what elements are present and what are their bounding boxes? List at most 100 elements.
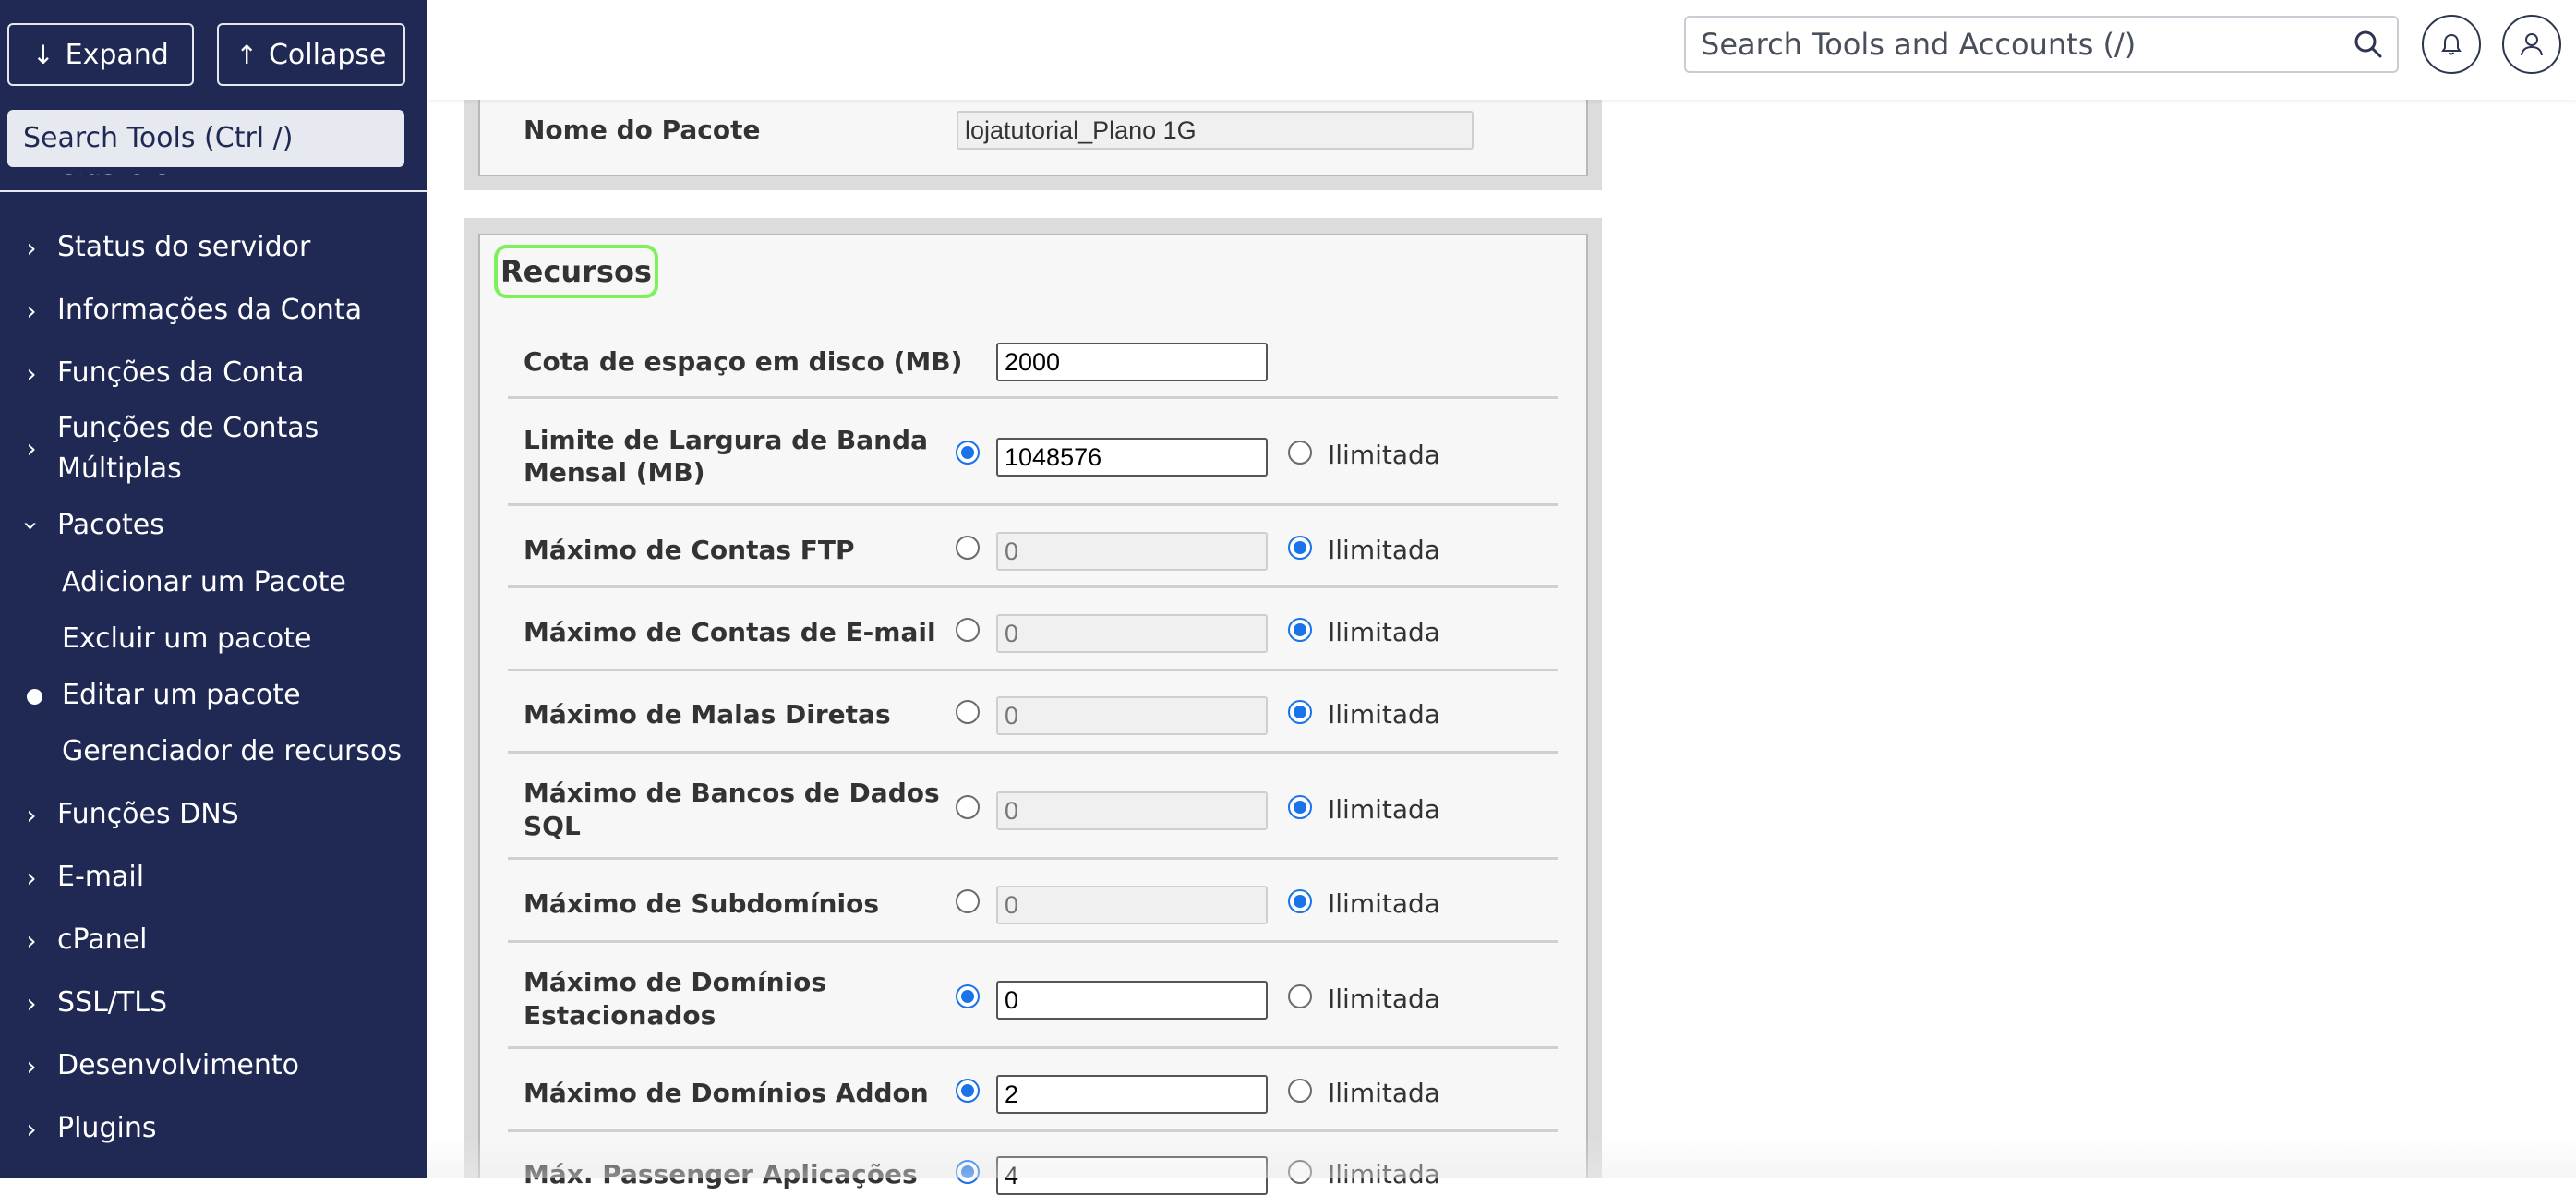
bandwidth-label: Limite de Largura de Banda [524,425,928,455]
sidebar-item-funcoes-contas-multiplas[interactable]: › Funções de Contas Múltiplas [0,408,427,489]
row-divider [508,1046,1558,1049]
addon-domains-input[interactable]: 2 [996,1075,1268,1114]
mailing-lists-value: 0 [1005,702,1019,730]
sidebar-search-input[interactable]: Search Tools (Ctrl /) [7,110,404,167]
mailing-lists-label: Máximo de Malas Diretas [524,699,891,730]
sidebar-item-label: Plugins [57,1112,157,1144]
sql-databases-input[interactable]: 0 [996,791,1268,830]
collapse-button[interactable]: ↑ Collapse [217,23,405,86]
ftp-accounts-input[interactable]: 0 [996,532,1268,571]
subdomains-input[interactable]: 0 [996,886,1268,924]
sidebar-item-cpanel[interactable]: › cPanel [0,920,427,960]
package-name-field: lojatutorial_Plano 1G [957,111,1474,150]
subdomains-unlimited-radio[interactable] [1288,889,1312,913]
sidebar-item-funcoes-conta[interactable]: › Funções da Conta [0,353,427,393]
sidebar-subitem-editar-pacote[interactable]: Editar um pacote [62,679,301,711]
chevron-right-icon: › [26,1113,37,1144]
chevron-right-icon: › [26,357,37,389]
subdomains-label: Máximo de Subdomínios [524,888,879,919]
addon-domains-unlimited-radio[interactable] [1288,1079,1312,1103]
chevron-right-icon: › [26,987,37,1019]
passenger-apps-limited-radio[interactable] [956,1160,980,1184]
sidebar-item-label: Informações da Conta [57,294,363,326]
sql-databases-unlimited-label: Ilimitada [1328,794,1440,825]
sql-databases-limited-radio[interactable] [956,795,980,819]
sidebar-item-pacotes[interactable]: › Pacotes [0,505,427,546]
sidebar-item-label: Desenvolvimento [57,1049,300,1081]
chevron-right-icon: › [26,232,37,263]
arrow-up-icon: ↑ [235,39,258,70]
bandwidth-unlimited-label: Ilimitada [1328,440,1440,470]
sidebar-subitem-adicionar-pacote[interactable]: Adicionar um Pacote [62,566,346,598]
sidebar-item-ssl-tls[interactable]: › SSL/TLS [0,983,427,1023]
chevron-right-icon: › [26,1050,37,1081]
parked-domains-unlimited-radio[interactable] [1288,984,1312,1008]
email-accounts-limited-radio[interactable] [956,618,980,642]
sql-databases-unlimited-radio[interactable] [1288,795,1312,819]
sidebar-item-funcoes-dns[interactable]: › Funções DNS [0,794,427,835]
global-search-input[interactable]: Search Tools and Accounts (/) [1684,16,2399,73]
ftp-accounts-unlimited-radio[interactable] [1288,536,1312,560]
chevron-down-icon: › [16,520,47,531]
row-divider [508,857,1558,860]
addon-domains-limited-radio[interactable] [956,1079,980,1103]
parked-domains-limited-radio[interactable] [956,984,980,1008]
sidebar-item-label: Clusters [57,174,170,181]
bandwidth-input[interactable]: 1048576 [996,438,1268,477]
user-icon [2521,33,2543,56]
parked-domains-label-line2: Estacionados [524,1000,716,1031]
parked-domains-input[interactable]: 0 [996,981,1268,1020]
email-accounts-value: 0 [1005,620,1019,647]
bell-icon [2441,33,2462,55]
mailing-lists-input[interactable]: 0 [996,696,1268,735]
mailing-lists-limited-radio[interactable] [956,700,980,724]
addon-domains-label: Máximo de Domínios Addon [524,1078,929,1108]
email-accounts-unlimited-radio[interactable] [1288,618,1312,642]
disk-quota-input[interactable]: 2000 [996,343,1268,381]
sidebar: ↓ Expand ↑ Collapse Search Tools (Ctrl /… [0,0,427,1178]
active-dot-icon [27,689,42,705]
passenger-apps-value: 4 [1005,1162,1019,1189]
package-name-label: Nome do Pacote [524,115,761,145]
bandwidth-unlimited-radio[interactable] [1288,441,1312,465]
sidebar-item-label: Funções de Contas [57,412,319,444]
row-divider [508,585,1558,588]
search-icon[interactable] [2353,29,2384,60]
passenger-apps-unlimited-radio[interactable] [1288,1160,1312,1184]
row-divider [508,940,1558,943]
sidebar-item-label: SSL/TLS [57,986,167,1019]
email-accounts-label: Máximo de Contas de E-mail [524,617,936,647]
sidebar-item-informacoes-conta[interactable]: › Informações da Conta [0,290,427,331]
sidebar-item-plugins[interactable]: › Plugins [0,1108,427,1149]
ftp-accounts-value: 0 [1005,537,1019,565]
expand-label: Expand [65,38,169,71]
sidebar-divider [0,190,427,192]
subdomains-limited-radio[interactable] [956,889,980,913]
sidebar-subitem-excluir-pacote[interactable]: Excluir um pacote [62,622,312,655]
addon-domains-unlimited-label: Ilimitada [1328,1078,1440,1108]
sidebar-item-status-servidor[interactable]: › Status do servidor [0,227,427,268]
notifications-button[interactable] [2422,15,2481,74]
package-name-value: lojatutorial_Plano 1G [965,116,1197,144]
ftp-accounts-limited-radio[interactable] [956,536,980,560]
chevron-right-icon: › [26,433,37,464]
sidebar-item-email[interactable]: › E-mail [0,857,427,898]
sidebar-item-label-line2: Múltiplas [57,453,182,485]
sidebar-item-label: Status do servidor [57,231,311,263]
passenger-apps-input[interactable]: 4 [996,1156,1268,1195]
sidebar-item-label: E-mail [57,861,145,893]
sidebar-item-desenvolvimento[interactable]: › Desenvolvimento [0,1045,427,1086]
chevron-right-icon: › [26,924,37,956]
email-accounts-input[interactable]: 0 [996,614,1268,653]
chevron-right-icon: › [26,862,37,893]
bandwidth-value: 1048576 [1005,443,1102,471]
user-menu-button[interactable] [2502,15,2561,74]
sidebar-subitem-gerenciador-recursos[interactable]: Gerenciador de recursos [62,735,402,767]
row-divider [508,751,1558,754]
chevron-right-icon: › [26,295,37,326]
chevron-right-icon: › [26,799,37,830]
expand-button[interactable]: ↓ Expand [7,23,194,86]
mailing-lists-unlimited-radio[interactable] [1288,700,1312,724]
bandwidth-limited-radio[interactable] [956,441,980,465]
passenger-apps-unlimited-label: Ilimitada [1328,1159,1440,1189]
